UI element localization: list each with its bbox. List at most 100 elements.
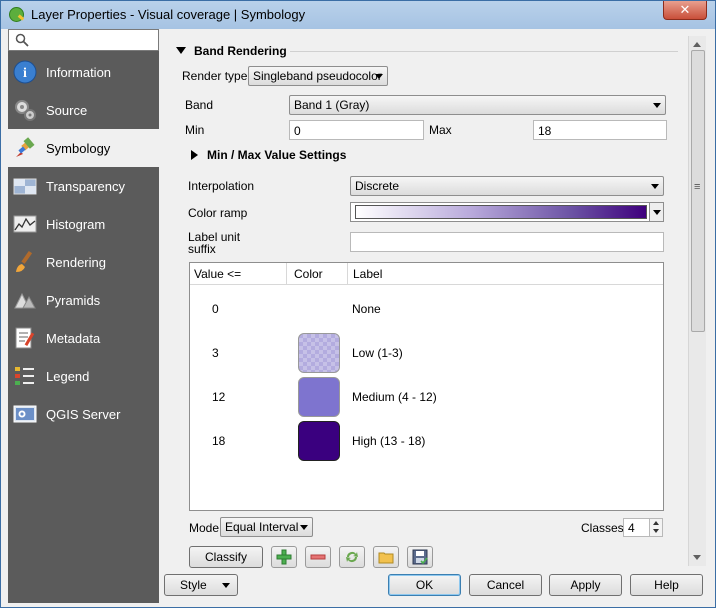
sidebar-item-legend[interactable]: Legend	[8, 357, 159, 395]
sidebar-item-rendering[interactable]: Rendering	[8, 243, 159, 281]
sidebar-item-information[interactable]: i Information	[8, 53, 159, 91]
color-swatch[interactable]	[298, 377, 340, 417]
remove-icon	[310, 554, 326, 560]
style-menu-button[interactable]: Style	[164, 574, 238, 596]
vertical-scrollbar[interactable]	[688, 36, 706, 566]
chevron-down-icon	[651, 184, 659, 189]
classes-stepper[interactable]: 4	[623, 518, 663, 537]
search-input[interactable]	[8, 29, 159, 51]
label-unit-input[interactable]	[350, 232, 664, 252]
metadata-icon	[15, 327, 35, 349]
chevron-down-icon	[375, 74, 383, 79]
sidebar-item-histogram[interactable]: Histogram	[8, 205, 159, 243]
sidebar-item-label: Symbology	[46, 141, 111, 156]
sidebar-item-label: Metadata	[46, 331, 101, 346]
table-row[interactable]: 12 Medium (4 - 12)	[190, 375, 663, 419]
pyramids-icon	[14, 292, 36, 309]
window-title: Layer Properties - Visual coverage | Sym…	[31, 7, 306, 22]
save-file-button[interactable]	[407, 546, 433, 568]
column-header-color[interactable]: Color	[294, 267, 323, 281]
max-input[interactable]: 18	[533, 120, 667, 140]
qgis-logo-icon	[9, 7, 24, 22]
row-label: None	[352, 302, 381, 316]
sidebar-item-label: Information	[46, 65, 112, 80]
ok-button[interactable]: OK	[388, 574, 461, 596]
sidebar-item-label: QGIS Server	[46, 407, 121, 422]
folder-icon	[378, 552, 394, 564]
row-label: Medium (4 - 12)	[352, 390, 437, 404]
chevron-down-icon	[653, 103, 661, 108]
render-type-label: Render type	[182, 69, 248, 83]
render-type-select[interactable]: Singleband pseudocolor	[248, 66, 388, 86]
transparency-icon	[13, 178, 37, 195]
search-icon	[15, 33, 29, 47]
classes-value: 4	[628, 521, 635, 535]
apply-button[interactable]: Apply	[549, 574, 622, 596]
column-header-value[interactable]: Value <=	[194, 267, 241, 281]
reverse-order-button[interactable]	[339, 546, 365, 568]
save-icon	[412, 549, 428, 565]
min-input[interactable]: 0	[289, 120, 424, 140]
table-row[interactable]: 18 High (13 - 18)	[190, 419, 663, 463]
label-unit-label-line2: suffix	[188, 242, 216, 256]
layer-properties-window: Layer Properties - Visual coverage | Sym…	[0, 0, 716, 608]
color-ramp-label: Color ramp	[188, 206, 248, 220]
interpolation-select[interactable]: Discrete	[350, 176, 664, 196]
classes-table[interactable]: Value <= Color Label 0 None 3 Low (1-3) …	[189, 262, 664, 511]
histogram-icon	[13, 215, 37, 233]
row-label: High (13 - 18)	[352, 434, 426, 448]
interpolation-label: Interpolation	[188, 179, 255, 193]
cancel-button[interactable]: Cancel	[469, 574, 542, 596]
svg-text:i: i	[23, 66, 27, 81]
mode-value: Equal Interval	[225, 520, 299, 534]
scroll-down-icon[interactable]	[693, 555, 701, 560]
minmax-settings-heading[interactable]: Min / Max Value Settings	[207, 148, 346, 162]
add-class-button[interactable]	[271, 546, 297, 568]
color-swatch[interactable]	[298, 421, 340, 461]
chevron-down-icon	[222, 583, 230, 588]
load-file-button[interactable]	[373, 546, 399, 568]
color-ramp-gradient	[355, 205, 647, 219]
table-header: Value <= Color Label	[190, 263, 663, 285]
close-button[interactable]: ✕	[663, 1, 707, 20]
scrollbar-thumb[interactable]	[691, 50, 705, 332]
symbology-icon	[16, 137, 35, 157]
table-row[interactable]: 3 Low (1-3)	[190, 331, 663, 375]
expand-triangle-icon[interactable]	[191, 150, 198, 160]
help-button[interactable]: Help	[630, 574, 703, 596]
classes-label: Classes	[581, 521, 624, 535]
row-value: 18	[212, 434, 226, 448]
render-type-value: Singleband pseudocolor	[253, 69, 382, 83]
title-bar: Layer Properties - Visual coverage | Sym…	[1, 1, 715, 29]
chevron-down-icon	[300, 525, 308, 530]
sidebar-item-label: Source	[46, 103, 88, 118]
sidebar-item-symbology[interactable]: Symbology	[8, 129, 159, 167]
sidebar-item-label: Rendering	[46, 255, 106, 270]
stepper-up-icon[interactable]	[653, 521, 659, 525]
sidebar-item-qgis-server[interactable]: QGIS Server	[8, 395, 159, 433]
interpolation-value: Discrete	[355, 179, 400, 193]
column-header-label[interactable]: Label	[353, 267, 382, 281]
sidebar-item-transparency[interactable]: Transparency	[8, 167, 159, 205]
sidebar: i Information Source Symbology Transpare…	[8, 29, 159, 603]
mode-select[interactable]: Equal Interval	[220, 517, 313, 537]
min-label: Min	[185, 123, 205, 137]
sidebar-item-pyramids[interactable]: Pyramids	[8, 281, 159, 319]
stepper-down-icon[interactable]	[653, 529, 659, 533]
classify-button[interactable]: Classify	[189, 546, 263, 568]
legend-icon	[15, 367, 34, 385]
band-rendering-heading: Band Rendering	[194, 44, 287, 58]
band-select[interactable]: Band 1 (Gray)	[289, 95, 666, 115]
table-row[interactable]: 0 None	[190, 287, 663, 331]
row-value: 0	[212, 302, 219, 316]
chevron-down-icon[interactable]	[649, 203, 663, 221]
scroll-up-icon[interactable]	[693, 42, 701, 47]
color-ramp-button[interactable]	[350, 202, 664, 222]
color-swatch[interactable]	[298, 333, 340, 373]
qgis-server-icon	[13, 405, 37, 423]
sidebar-item-label: Pyramids	[46, 293, 101, 308]
remove-class-button[interactable]	[305, 546, 331, 568]
sidebar-item-metadata[interactable]: Metadata	[8, 319, 159, 357]
sidebar-item-source[interactable]: Source	[8, 91, 159, 129]
collapse-triangle-icon[interactable]	[176, 47, 186, 54]
